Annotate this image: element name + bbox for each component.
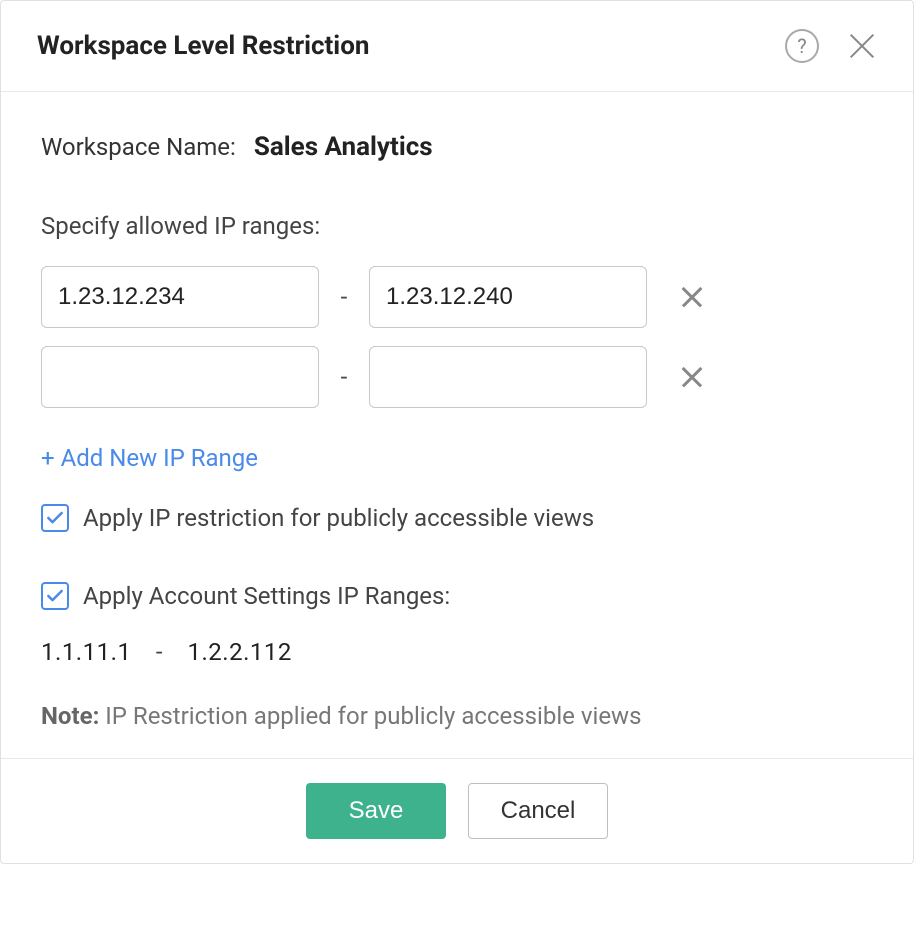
ip-to-input-1[interactable] xyxy=(369,266,647,328)
account-ip-range: 1.1.11.1 - 1.2.2.112 xyxy=(41,638,873,666)
account-settings-checkbox-label: Apply Account Settings IP Ranges: xyxy=(83,582,450,610)
public-views-checkbox[interactable] xyxy=(41,504,69,532)
note-text: IP Restriction applied for publicly acce… xyxy=(99,702,641,730)
ip-range-row-1: - xyxy=(41,266,873,328)
account-ip-from: 1.1.11.1 xyxy=(41,638,131,666)
close-icon[interactable] xyxy=(847,31,877,61)
workspace-restriction-modal: Workspace Level Restriction ? Workspace … xyxy=(0,0,914,864)
account-ip-dash: - xyxy=(156,638,163,666)
remove-range-icon[interactable] xyxy=(679,364,705,390)
workspace-name-value: Sales Analytics xyxy=(254,132,433,162)
check-icon xyxy=(45,508,65,528)
cancel-button[interactable]: Cancel xyxy=(468,783,608,839)
public-views-checkbox-label: Apply IP restriction for publicly access… xyxy=(83,504,594,532)
modal-header: Workspace Level Restriction ? xyxy=(1,1,913,92)
public-views-checkbox-row: Apply IP restriction for publicly access… xyxy=(41,504,873,532)
modal-footer: Save Cancel xyxy=(1,758,913,863)
account-settings-checkbox-row: Apply Account Settings IP Ranges: xyxy=(41,582,873,610)
header-icons: ? xyxy=(785,29,877,63)
specify-ip-label: Specify allowed IP ranges: xyxy=(41,212,873,240)
help-icon[interactable]: ? xyxy=(785,29,819,63)
range-dash: - xyxy=(337,363,351,391)
note-prefix: Note: xyxy=(41,702,99,730)
check-icon xyxy=(45,586,65,606)
workspace-name-label: Workspace Name: xyxy=(41,133,236,161)
account-settings-checkbox[interactable] xyxy=(41,582,69,610)
account-ip-to: 1.2.2.112 xyxy=(187,638,291,666)
add-ip-range-link[interactable]: + Add New IP Range xyxy=(41,444,258,472)
modal-title: Workspace Level Restriction xyxy=(37,31,369,61)
remove-range-icon[interactable] xyxy=(679,284,705,310)
modal-body: Workspace Name: Sales Analytics Specify … xyxy=(1,92,913,758)
ip-to-input-2[interactable] xyxy=(369,346,647,408)
note-row: Note: IP Restriction applied for publicl… xyxy=(41,702,873,730)
ip-from-input-2[interactable] xyxy=(41,346,319,408)
ip-from-input-1[interactable] xyxy=(41,266,319,328)
workspace-name-row: Workspace Name: Sales Analytics xyxy=(41,132,873,162)
range-dash: - xyxy=(337,283,351,311)
save-button[interactable]: Save xyxy=(306,783,446,839)
ip-range-row-2: - xyxy=(41,346,873,408)
